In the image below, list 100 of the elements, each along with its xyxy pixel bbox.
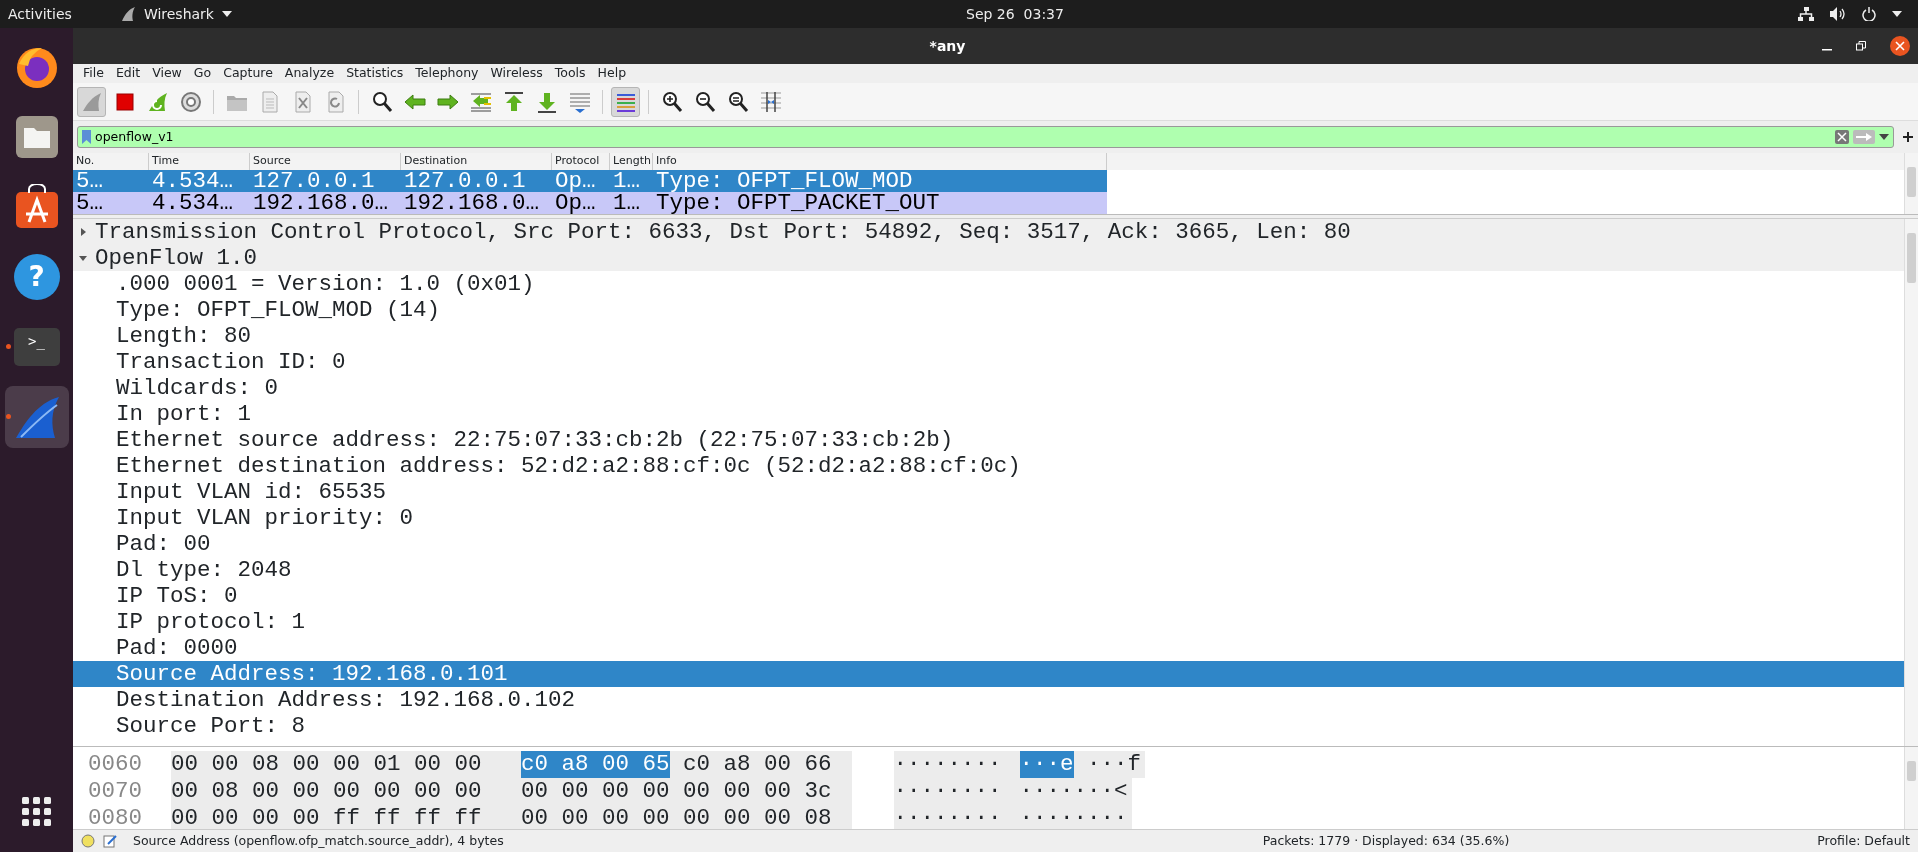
apps-grid-icon[interactable] [22, 796, 51, 826]
clear-icon[interactable] [1835, 130, 1849, 144]
table-cell-text: 127.0.0.1 [252, 170, 376, 192]
offset-text: 0080 [87, 805, 143, 829]
byte-group[interactable]: c0 a8 00 65 [521, 751, 670, 778]
plus-icon[interactable] [1902, 131, 1914, 143]
collapsed-arrow-icon[interactable] [79, 228, 87, 236]
caret-icon[interactable] [1879, 134, 1889, 140]
byte-group[interactable]: 00 00 00 00 00 00 00 08 [521, 805, 832, 829]
menu-item[interactable]: File [77, 64, 110, 83]
profile-text[interactable]: Profile: Default [1817, 831, 1910, 851]
bookmark-icon[interactable] [82, 130, 91, 144]
scrollbar[interactable] [1904, 153, 1918, 214]
close-icon[interactable] [1890, 36, 1910, 56]
byte-group[interactable]: 00 08 00 00 00 00 00 00 [171, 778, 482, 805]
byte-group[interactable]: ········ [893, 805, 1002, 829]
folder-icon[interactable] [13, 114, 60, 160]
tree-row[interactable]: Destination Address: 192.168.0.102 [73, 687, 1904, 713]
caret-icon [222, 11, 232, 17]
table-cell-text: 5… [75, 170, 104, 192]
menu-item[interactable]: Go [187, 64, 218, 83]
tree-row[interactable]: IP protocol: 1 [73, 609, 1904, 635]
byte-group[interactable]: ········ [893, 778, 1002, 805]
volume-icon[interactable] [1830, 7, 1846, 21]
menu-item[interactable]: Wireless [484, 64, 549, 83]
dock-item[interactable]: >_ [4, 316, 69, 378]
menu-item[interactable]: Tools [548, 64, 592, 83]
table-cell-text: 1… [612, 192, 641, 214]
scrollbar[interactable] [1904, 747, 1918, 829]
table-cell-text: Op… [554, 192, 597, 214]
tree-row[interactable]: OpenFlow 1.0 [73, 245, 1904, 271]
restore-icon[interactable] [1856, 41, 1866, 51]
tree-row[interactable]: Input VLAN priority: 0 [73, 505, 1904, 531]
offset-text: 0070 [87, 778, 143, 805]
packet-row[interactable]: 5… 4.534… 192.168.0… 192.168.0… Op… 1… Type: OFPT_PACKET_OUT [73, 192, 1107, 214]
menu-item[interactable]: Help [591, 64, 633, 83]
tree-text: Dl type: 2048 [116, 557, 292, 583]
menu-item[interactable]: Statistics [340, 64, 410, 83]
tree-row[interactable]: .000 0001 = Version: 1.0 (0x01) [73, 271, 1904, 297]
table-cell-text: 4.534… [151, 170, 234, 192]
tree-text: Length: 80 [116, 323, 252, 349]
menu-item[interactable]: Analyze [278, 64, 341, 83]
byte-group[interactable]: ········ [893, 751, 1002, 778]
app-menu[interactable]: Wireshark [119, 3, 232, 25]
menu-item[interactable]: Capture [217, 64, 279, 83]
window-title: *any [929, 37, 966, 54]
caret-icon[interactable] [1892, 11, 1902, 17]
tree-text: IP protocol: 1 [116, 609, 306, 635]
tree-text: Input VLAN id: 65535 [116, 479, 387, 505]
table-cell-text: Type: OFPT_FLOW_MOD [655, 170, 914, 192]
clock[interactable]: Sep 26 03:37 [966, 5, 1064, 22]
tree-row[interactable]: IP ToS: 0 [73, 583, 1904, 609]
byte-group[interactable]: ·······< [1019, 778, 1128, 805]
tree-row[interactable]: Source Address: 192.168.0.101 [73, 661, 1904, 687]
byte-group[interactable]: ···e [1019, 751, 1074, 778]
byte-group[interactable]: 00 00 08 00 00 01 00 00 [171, 751, 482, 778]
tree-row[interactable]: Pad: 0000 [73, 635, 1904, 661]
menu-item[interactable]: Telephony [409, 64, 485, 83]
tree-row[interactable]: Type: OFPT_FLOW_MOD (14) [73, 297, 1904, 323]
colorize-button[interactable] [611, 86, 640, 117]
tree-text: Destination Address: 192.168.0.102 [116, 687, 576, 713]
byte-group[interactable]: ········ [1019, 805, 1128, 829]
table-cell-text: 192.168.0… [252, 192, 390, 214]
table-cell-text: 127.0.0.1 [403, 170, 527, 192]
bag-icon[interactable] [13, 184, 60, 230]
power-icon[interactable] [1862, 7, 1876, 21]
start-capture-button[interactable] [77, 86, 106, 117]
byte-group[interactable]: 00 00 00 00 00 00 00 3c [521, 778, 832, 805]
menu-item[interactable]: Edit [109, 64, 147, 83]
status-dot-icon[interactable] [81, 834, 95, 848]
tree-row[interactable]: Ethernet source address: 22:75:07:33:cb:2b (22:75:07:33:cb:2b) [73, 427, 1904, 453]
activities-button[interactable]: Activities [8, 3, 72, 25]
terminal-icon[interactable]: >_ [13, 328, 60, 366]
tree-row[interactable]: In port: 1 [73, 401, 1904, 427]
packet-row[interactable]: 5… 4.534… 127.0.0.1 127.0.0.1 Op… 1… Type: OFPT_FLOW_MOD [73, 170, 1107, 192]
tree-row[interactable]: Transaction ID: 0 [73, 349, 1904, 375]
tree-row[interactable]: Wildcards: 0 [73, 375, 1904, 401]
menu-item[interactable]: View [146, 64, 188, 83]
table-cell-text: 1… [612, 170, 641, 192]
tree-row[interactable]: Pad: 00 [73, 531, 1904, 557]
tree-text: Transaction ID: 0 [116, 349, 346, 375]
tree-row[interactable]: Dl type: 2048 [73, 557, 1904, 583]
tree-row[interactable]: Input VLAN id: 65535 [73, 479, 1904, 505]
tree-row[interactable]: Source Port: 8 [73, 713, 1904, 739]
scrollbar[interactable] [1904, 219, 1918, 746]
dock-item[interactable] [4, 386, 69, 448]
byte-group[interactable]: 00 00 00 00 ff ff ff ff [171, 805, 482, 829]
tree-row[interactable]: Length: 80 [73, 323, 1904, 349]
tree-row[interactable]: Ethernet destination address: 52:d2:a2:88:cf:0c (52:d2:a2:88:cf:0c) [73, 453, 1904, 479]
byte-group[interactable]: ···f [1087, 751, 1142, 778]
expanded-arrow-icon[interactable] [79, 254, 87, 262]
columns-icon [758, 89, 783, 114]
tree-row[interactable]: Transmission Control Protocol, Src Port: 6633, Dst Port: 54892, Seq: 3517, Ack: 3665, Len: 80 [73, 219, 1904, 245]
table-cell-text: 5… [75, 192, 104, 214]
fin-icon [119, 6, 136, 22]
byte-group[interactable]: c0 a8 00 66 [683, 751, 832, 778]
network-icon[interactable] [1798, 7, 1814, 21]
edit-icon[interactable] [103, 834, 117, 848]
tree-text: Pad: 0000 [116, 635, 238, 661]
gear-icon [178, 89, 203, 114]
